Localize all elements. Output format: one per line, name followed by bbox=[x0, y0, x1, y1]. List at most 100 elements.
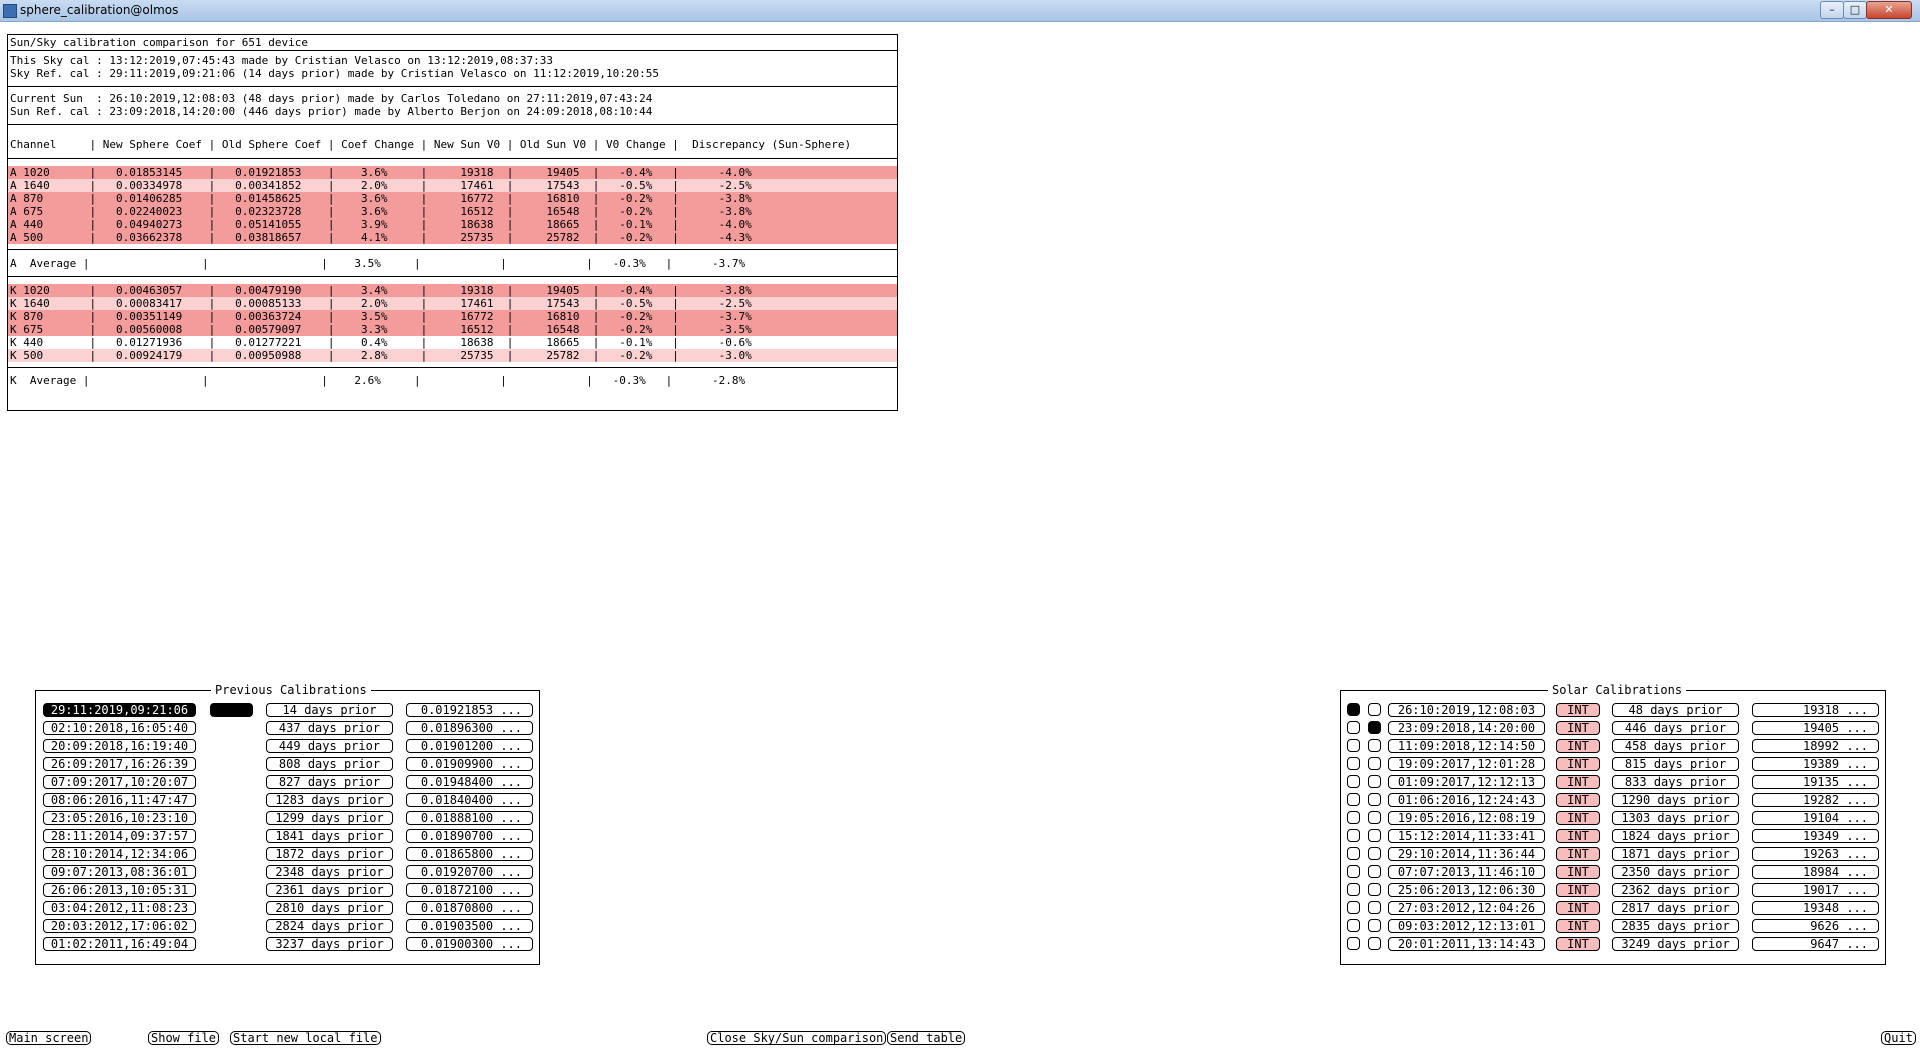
close-window-button[interactable]: ✕ bbox=[1866, 1, 1912, 19]
previous-calibration-coef-button[interactable]: 0.01890700 ... bbox=[406, 829, 533, 843]
solar-current-select-checkbox[interactable] bbox=[1347, 937, 1360, 950]
solar-current-select-checkbox[interactable] bbox=[1347, 739, 1360, 752]
solar-current-select-checkbox[interactable] bbox=[1347, 829, 1360, 842]
solar-reference-select-checkbox[interactable] bbox=[1368, 775, 1381, 788]
previous-calibration-date-button[interactable]: 20:09:2018,16:19:40 bbox=[43, 739, 196, 753]
solar-current-select-checkbox[interactable] bbox=[1347, 901, 1360, 914]
previous-calibration-prior-button[interactable]: 2361 days prior bbox=[266, 883, 393, 897]
previous-calibration-date-button[interactable]: 28:10:2014,12:34:06 bbox=[43, 847, 196, 861]
solar-calibration-date-button[interactable]: 25:06:2013,12:06:30 bbox=[1388, 883, 1545, 897]
previous-calibration-prior-button[interactable]: 808 days prior bbox=[266, 757, 393, 771]
solar-reference-select-checkbox[interactable] bbox=[1368, 739, 1381, 752]
previous-calibration-prior-button[interactable]: 449 days prior bbox=[266, 739, 393, 753]
solar-current-select-checkbox[interactable] bbox=[1347, 775, 1360, 788]
main-screen-button[interactable]: Main screen bbox=[6, 1031, 92, 1045]
solar-calibration-date-button[interactable]: 23:09:2018,14:20:00 bbox=[1388, 721, 1545, 735]
solar-calibration-date-button[interactable]: 19:05:2016,12:08:19 bbox=[1388, 811, 1545, 825]
solar-calibration-date-button[interactable]: 01:09:2017,12:12:13 bbox=[1388, 775, 1545, 789]
previous-calibration-prior-button[interactable]: 437 days prior bbox=[266, 721, 393, 735]
solar-calibration-date-button[interactable]: 27:03:2012,12:04:26 bbox=[1388, 901, 1545, 915]
solar-calibration-prior-button[interactable]: 1290 days prior bbox=[1612, 793, 1739, 807]
previous-calibration-prior-button[interactable]: 1841 days prior bbox=[266, 829, 393, 843]
solar-calibration-int-button[interactable]: INT bbox=[1556, 919, 1600, 933]
solar-current-select-checkbox[interactable] bbox=[1347, 865, 1360, 878]
solar-calibration-prior-button[interactable]: 2362 days prior bbox=[1612, 883, 1739, 897]
solar-calibration-int-button[interactable]: INT bbox=[1556, 811, 1600, 825]
previous-calibration-date-button[interactable]: 26:09:2017,16:26:39 bbox=[43, 757, 196, 771]
solar-calibration-v0-button[interactable]: 18984 ... bbox=[1752, 865, 1879, 879]
solar-calibration-v0-button[interactable]: 19349 ... bbox=[1752, 829, 1879, 843]
solar-calibration-int-button[interactable]: INT bbox=[1556, 739, 1600, 753]
solar-current-select-checkbox[interactable] bbox=[1347, 757, 1360, 770]
solar-calibration-int-button[interactable]: INT bbox=[1556, 883, 1600, 897]
previous-calibration-date-button[interactable]: 09:07:2013,08:36:01 bbox=[43, 865, 196, 879]
solar-calibration-v0-button[interactable]: 19318 ... bbox=[1752, 703, 1879, 717]
solar-reference-select-checkbox[interactable] bbox=[1368, 811, 1381, 824]
solar-calibration-prior-button[interactable]: 1871 days prior bbox=[1612, 847, 1739, 861]
solar-calibration-date-button[interactable]: 11:09:2018,12:14:50 bbox=[1388, 739, 1545, 753]
solar-calibration-int-button[interactable]: INT bbox=[1556, 757, 1600, 771]
solar-calibration-v0-button[interactable]: 19405 ... bbox=[1752, 721, 1879, 735]
solar-calibration-int-button[interactable]: INT bbox=[1556, 829, 1600, 843]
start-new-local-file-button[interactable]: Start new local file bbox=[230, 1031, 381, 1045]
previous-calibration-coef-button[interactable]: 0.01903500 ... bbox=[406, 919, 533, 933]
solar-calibration-prior-button[interactable]: 1824 days prior bbox=[1612, 829, 1739, 843]
solar-reference-select-checkbox[interactable] bbox=[1368, 721, 1381, 734]
solar-calibration-int-button[interactable]: INT bbox=[1556, 847, 1600, 861]
solar-calibration-int-button[interactable]: INT bbox=[1556, 793, 1600, 807]
solar-calibration-v0-button[interactable]: 19017 ... bbox=[1752, 883, 1879, 897]
previous-calibration-coef-button[interactable]: 0.01909900 ... bbox=[406, 757, 533, 771]
solar-current-select-checkbox[interactable] bbox=[1347, 721, 1360, 734]
solar-calibration-v0-button[interactable]: 19135 ... bbox=[1752, 775, 1879, 789]
solar-reference-select-checkbox[interactable] bbox=[1368, 793, 1381, 806]
solar-calibration-int-button[interactable]: INT bbox=[1556, 865, 1600, 879]
previous-calibration-prior-button[interactable]: 3237 days prior bbox=[266, 937, 393, 951]
solar-reference-select-checkbox[interactable] bbox=[1368, 937, 1381, 950]
solar-calibration-prior-button[interactable]: 48 days prior bbox=[1612, 703, 1739, 717]
solar-calibration-date-button[interactable]: 15:12:2014,11:33:41 bbox=[1388, 829, 1545, 843]
previous-calibration-coef-button[interactable]: 0.01900300 ... bbox=[406, 937, 533, 951]
show-file-button[interactable]: Show file bbox=[148, 1031, 220, 1045]
previous-calibration-date-button[interactable]: 20:03:2012,17:06:02 bbox=[43, 919, 196, 933]
maximize-button[interactable]: □ bbox=[1843, 1, 1867, 19]
solar-reference-select-checkbox[interactable] bbox=[1368, 703, 1381, 716]
solar-calibration-prior-button[interactable]: 2350 days prior bbox=[1612, 865, 1739, 879]
solar-reference-select-checkbox[interactable] bbox=[1368, 901, 1381, 914]
solar-calibration-date-button[interactable]: 19:09:2017,12:01:28 bbox=[1388, 757, 1545, 771]
solar-calibration-prior-button[interactable]: 458 days prior bbox=[1612, 739, 1739, 753]
solar-calibration-date-button[interactable]: 09:03:2012,12:13:01 bbox=[1388, 919, 1545, 933]
solar-reference-select-checkbox[interactable] bbox=[1368, 919, 1381, 932]
close-comparison-button[interactable]: Close Sky/Sun comparison bbox=[707, 1031, 887, 1045]
solar-calibration-date-button[interactable]: 07:07:2013,11:46:10 bbox=[1388, 865, 1545, 879]
solar-calibration-int-button[interactable]: INT bbox=[1556, 703, 1600, 717]
solar-calibration-v0-button[interactable]: 9647 ... bbox=[1752, 937, 1879, 951]
previous-calibration-prior-button[interactable]: 14 days prior bbox=[266, 703, 393, 717]
previous-calibration-coef-button[interactable]: 0.01888100 ... bbox=[406, 811, 533, 825]
previous-calibration-prior-button[interactable]: 1283 days prior bbox=[266, 793, 393, 807]
solar-calibration-prior-button[interactable]: 2817 days prior bbox=[1612, 901, 1739, 915]
previous-calibration-coef-button[interactable]: 0.01872100 ... bbox=[406, 883, 533, 897]
window-title-bar[interactable]: sphere_calibration@olmos – □ ✕ bbox=[0, 0, 1920, 22]
solar-current-select-checkbox[interactable] bbox=[1347, 703, 1360, 716]
previous-calibration-prior-button[interactable]: 2810 days prior bbox=[266, 901, 393, 915]
previous-calibration-coef-button[interactable]: 0.01896300 ... bbox=[406, 721, 533, 735]
solar-calibration-int-button[interactable]: INT bbox=[1556, 721, 1600, 735]
previous-calibration-coef-button[interactable]: 0.01901200 ... bbox=[406, 739, 533, 753]
previous-calibration-date-button[interactable]: 29:11:2019,09:21:06 bbox=[43, 703, 196, 717]
solar-current-select-checkbox[interactable] bbox=[1347, 919, 1360, 932]
solar-reference-select-checkbox[interactable] bbox=[1368, 829, 1381, 842]
solar-reference-select-checkbox[interactable] bbox=[1368, 865, 1381, 878]
previous-calibration-date-button[interactable]: 08:06:2016,11:47:47 bbox=[43, 793, 196, 807]
solar-calibration-prior-button[interactable]: 1303 days prior bbox=[1612, 811, 1739, 825]
solar-calibration-prior-button[interactable]: 3249 days prior bbox=[1612, 937, 1739, 951]
solar-calibration-int-button[interactable]: INT bbox=[1556, 937, 1600, 951]
solar-calibration-prior-button[interactable]: 833 days prior bbox=[1612, 775, 1739, 789]
solar-calibration-v0-button[interactable]: 19282 ... bbox=[1752, 793, 1879, 807]
previous-calibration-date-button[interactable]: 07:09:2017,10:20:07 bbox=[43, 775, 196, 789]
solar-calibration-prior-button[interactable]: 446 days prior bbox=[1612, 721, 1739, 735]
solar-calibration-v0-button[interactable]: 19348 ... bbox=[1752, 901, 1879, 915]
previous-calibration-date-button[interactable]: 28:11:2014,09:37:57 bbox=[43, 829, 196, 843]
solar-calibration-v0-button[interactable]: 19104 ... bbox=[1752, 811, 1879, 825]
previous-calibration-date-button[interactable]: 01:02:2011,16:49:04 bbox=[43, 937, 196, 951]
previous-calibration-date-button[interactable]: 23:05:2016,10:23:10 bbox=[43, 811, 196, 825]
